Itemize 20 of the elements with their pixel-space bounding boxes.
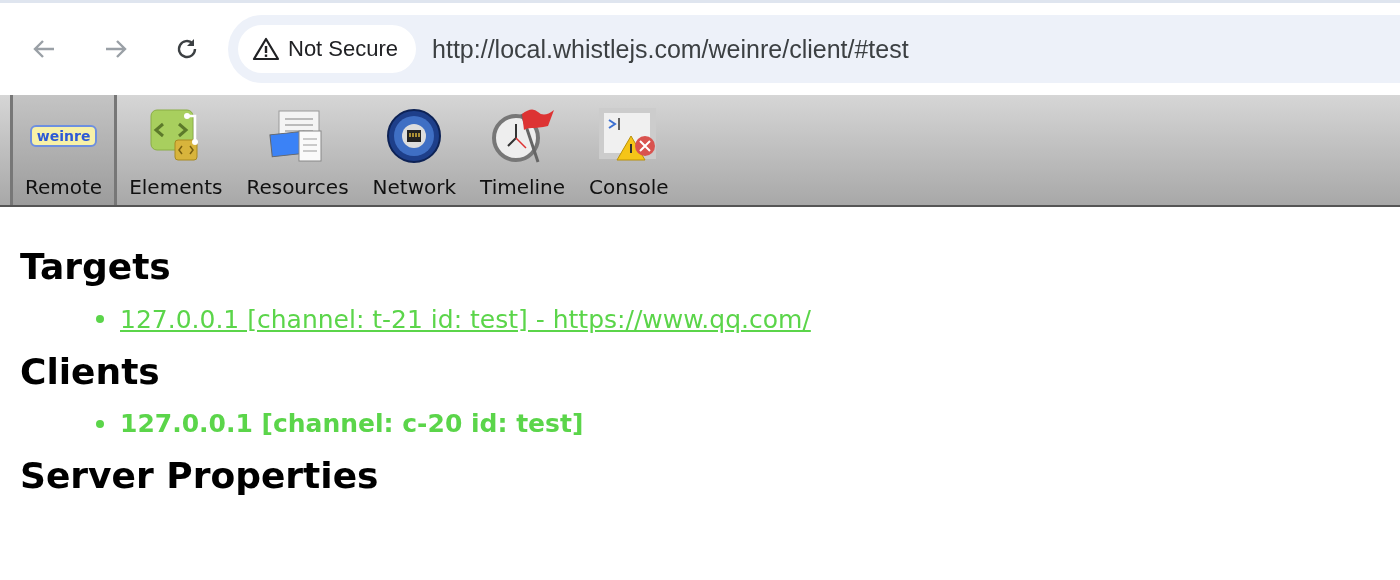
url-text: http://local.whistlejs.com/weinre/client/#test — [432, 34, 909, 64]
toolbar-tab[interactable]: Network — [360, 95, 469, 205]
toolbar-tab[interactable]: weinre Remote — [10, 95, 118, 205]
security-chip[interactable]: Not Secure — [238, 25, 417, 73]
toolbar-tab[interactable]: Console — [577, 95, 681, 205]
bullet-icon — [96, 419, 104, 428]
toolbar-tab[interactable]: Timeline — [468, 95, 578, 205]
address-bar[interactable]: Not Secure http://local.whistlejs.com/weinre/client/#test — [228, 15, 1400, 83]
toolbar-tab[interactable]: Resources — [234, 95, 361, 205]
section-heading: Server Properties — [20, 456, 380, 496]
toolbar-tab[interactable]: Elements — [117, 95, 235, 205]
warning-icon — [252, 37, 280, 61]
bullet-icon — [96, 315, 104, 324]
security-label: Not Secure — [288, 36, 399, 62]
console-warning-icon — [598, 108, 659, 164]
network-globe-icon — [386, 108, 443, 164]
section-heading: Clients — [20, 351, 161, 392]
section-heading: Targets — [20, 247, 172, 287]
client-entry: 127.0.0.1 [channel: c-20 id: test] — [120, 409, 584, 439]
logo-badge: weinre — [29, 125, 98, 147]
